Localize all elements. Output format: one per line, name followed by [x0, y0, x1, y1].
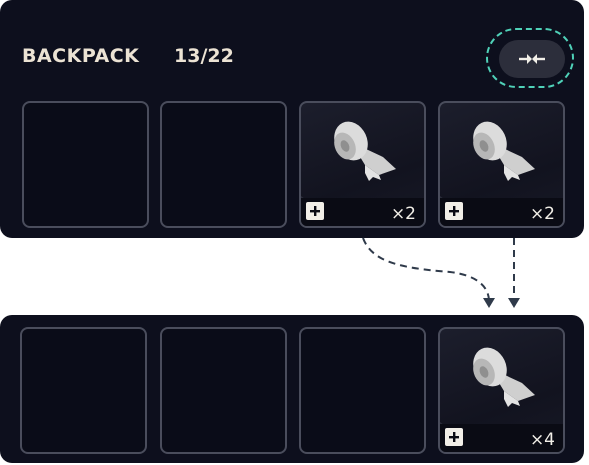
merged-slot-3[interactable] [299, 327, 426, 454]
merge-arrow-left [362, 237, 490, 301]
merged-slot-2[interactable] [160, 327, 287, 454]
plus-icon [449, 432, 459, 442]
merge-arrowhead-left [483, 298, 495, 308]
item-quantity: ×4 [529, 430, 555, 450]
merged-slot-4[interactable]: ×4 [438, 327, 565, 454]
slot-footer: ×4 [440, 424, 563, 452]
merged-slot-1[interactable] [20, 327, 147, 454]
merge-arrowhead-right [508, 298, 520, 308]
backpack-panel-merged: ×4 [0, 315, 584, 463]
add-item-button[interactable] [445, 428, 463, 446]
